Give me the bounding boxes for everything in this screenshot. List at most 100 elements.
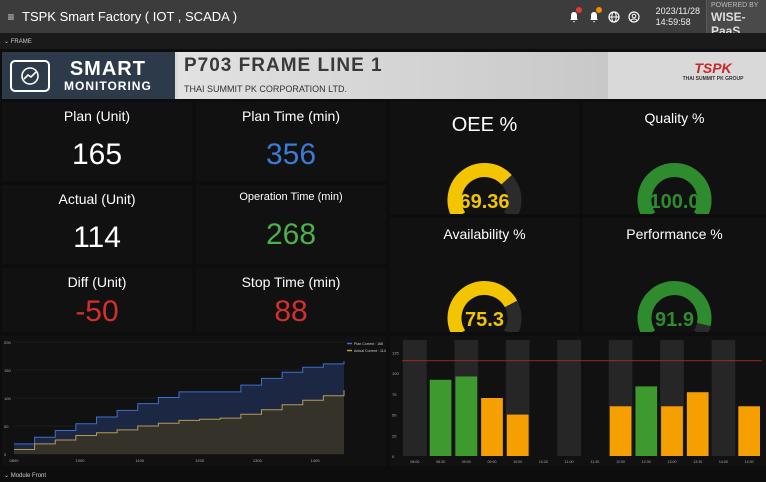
x-tick-label: 14:30	[745, 460, 754, 464]
x-tick-label: 14:00	[719, 460, 728, 464]
legend-entry: Plan Current : 166	[354, 342, 383, 346]
x-tick-label: 10:30	[539, 460, 548, 464]
y-tick-label: 150	[4, 368, 11, 373]
diff-value: -50	[75, 295, 119, 328]
hourly-output-chart: 0 25 50 75 100 125 08:00 08:30 09:00 09:30 10:00 10…	[390, 336, 766, 466]
diff-card: Diff (Unit) -50	[2, 268, 192, 332]
diff-label: Diff (Unit)	[67, 274, 127, 290]
y-tick-label: 0	[4, 452, 7, 457]
line-title: P703 FRAME LINE 1	[184, 55, 383, 76]
x-tick-label: 13:30	[693, 460, 702, 464]
x-tick-label: 12:30	[642, 460, 651, 464]
stop-time-value: 88	[274, 295, 308, 328]
stop-time-label: Stop Time (min)	[241, 274, 341, 290]
y-tick-label: 25	[392, 433, 397, 438]
plan-time-value: 356	[265, 138, 317, 171]
plan-time-card: Plan Time (min) 356	[196, 102, 386, 181]
stop-time-card: Stop Time (min) 88	[196, 268, 386, 332]
actual-label: Actual (Unit)	[58, 191, 136, 207]
performance-gauge-card: Performance % 91.9	[583, 218, 766, 332]
app-title: TSPK Smart Factory ( IOT , SCADA )	[22, 9, 238, 24]
x-tick-label: 13:00	[668, 460, 677, 464]
operation-time-label: Operation Time (min)	[239, 191, 343, 203]
availability-gauge-card: Availability % 75.3	[390, 218, 579, 332]
tspk-group-logo: TSPK THAI SUMMIT PK GROUP	[668, 60, 758, 92]
smart-monitoring-logo: SMART MONITORING	[2, 52, 175, 99]
gauge-value: 69.36	[459, 191, 509, 213]
x-tick-label: 10:00	[513, 460, 522, 464]
x-tick-label: 1000	[76, 458, 86, 463]
x-tick-label: 1100	[136, 458, 145, 463]
logo-line1: SMART	[69, 57, 146, 80]
quality-gauge-card: Quality % 100.0	[583, 102, 766, 214]
y-tick-label: 50	[4, 424, 9, 429]
operation-time-value: 268	[265, 218, 317, 251]
bell-icon[interactable]	[566, 6, 582, 25]
time-text: 14:59:58	[655, 16, 691, 27]
operation-time-card: Operation Time (min) 268	[196, 185, 386, 264]
user-icon[interactable]	[626, 9, 642, 25]
menu-icon[interactable]: ≡	[0, 10, 22, 24]
bar	[686, 392, 709, 456]
bar-background	[403, 340, 427, 456]
y-tick-label: 75	[392, 392, 397, 397]
bar	[455, 376, 478, 456]
y-tick-label: 50	[392, 413, 397, 418]
x-tick-label: 0800	[10, 458, 20, 463]
group-logo-text: TSPK	[694, 60, 732, 76]
top-bar: ≡ TSPK Smart Factory ( IOT , SCADA ) 202…	[0, 0, 766, 38]
y-tick-label: 100	[392, 371, 399, 376]
oee-gauge-card: OEE % 69.36	[390, 102, 579, 214]
actual-card: Actual (Unit) 114	[2, 185, 192, 264]
bar	[738, 406, 760, 456]
bar	[429, 379, 452, 456]
bar	[481, 398, 503, 456]
bar	[635, 386, 658, 456]
bell-icon[interactable]	[586, 6, 602, 25]
globe-icon[interactable]	[606, 9, 622, 25]
header-banner: SMART MONITORING P703 FRAME LINE 1 THAI …	[2, 52, 766, 99]
plan-time-label: Plan Time (min)	[241, 108, 341, 124]
bar-background	[711, 340, 736, 456]
x-tick-label: 09:00	[462, 460, 471, 464]
x-tick-label: 08:30	[436, 460, 445, 464]
x-tick-label: 1200	[195, 458, 205, 463]
y-tick-label: 100	[4, 396, 11, 401]
monitor-icon	[10, 59, 50, 92]
powered-by-text: POWERED BY	[711, 2, 759, 9]
oee-gauge: 69.36	[447, 163, 522, 214]
y-tick-label: 200	[4, 340, 11, 345]
actual-value: 114	[73, 221, 121, 254]
performance-gauge: 91.9	[637, 281, 712, 332]
top-bar-right: 2023/11/28 14:59:58 POWERED BY WISE-PaaS	[566, 0, 766, 38]
availability-gauge: 75.3	[447, 281, 522, 332]
corporation-name: THAI SUMMIT PK CORPORATION LTD.	[184, 84, 348, 94]
plan-card: Plan (Unit) 165	[2, 102, 192, 181]
x-tick-label: 1400	[311, 458, 321, 463]
line-title-banner: P703 FRAME LINE 1 THAI SUMMIT PK CORPORA…	[178, 52, 608, 99]
x-tick-label: 09:30	[488, 460, 497, 464]
plan-label: Plan (Unit)	[63, 108, 131, 124]
x-tick-label: 12:00	[616, 460, 625, 464]
module-front-section-label[interactable]: ⌄ Module Front	[0, 468, 766, 482]
y-tick-label: 125	[392, 350, 399, 355]
bar	[609, 406, 632, 456]
x-tick-label: 11:00	[565, 460, 574, 464]
logo-line2: MONITORING	[64, 78, 152, 93]
bar	[661, 406, 683, 456]
x-tick-label: 1300	[253, 458, 263, 463]
bar-chart-svg: 0 25 50 75 100 125 08:00 08:30 09:00 09:30 10:00 10…	[392, 340, 762, 464]
date-text: 2023/11/28	[655, 5, 700, 16]
legend-entry: Actual Current : 114	[354, 349, 386, 353]
x-tick-label: 08:00	[410, 460, 419, 464]
gauge-value: 100.0	[649, 191, 699, 213]
y-tick-label: 0	[392, 454, 395, 459]
bar	[506, 414, 529, 456]
cumulative-output-chart: 0 50 100 150 200 0800 1000 1100 1200 1300 1400 Plan…	[2, 336, 386, 466]
frame-section-label[interactable]: ⌄ FRAME	[0, 33, 766, 49]
quality-gauge: 100.0	[637, 163, 712, 214]
plan-value: 165	[71, 138, 123, 171]
wise-paas-logo: POWERED BY WISE-PaaS	[706, 0, 766, 38]
gauge-value: 75.3	[465, 309, 504, 331]
datetime: 2023/11/28 14:59:58	[656, 6, 700, 28]
